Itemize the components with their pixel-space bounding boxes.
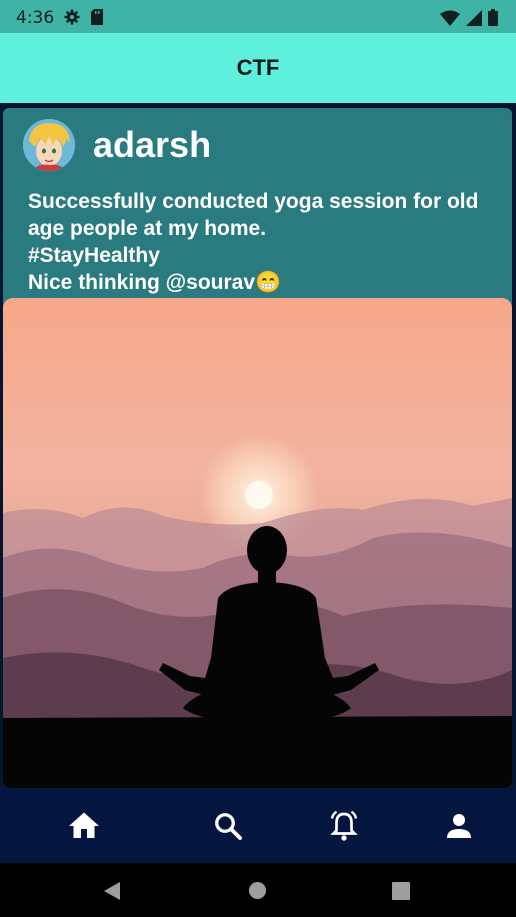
status-bar: 4:36 — [0, 0, 516, 33]
notifications-icon — [330, 810, 358, 841]
post-text: Successfully conducted yoga session for … — [28, 188, 498, 296]
profile-icon — [447, 814, 471, 838]
home-icon — [69, 812, 99, 838]
app-bar: CTF — [0, 33, 516, 103]
battery-icon — [488, 9, 498, 26]
home-circle-icon[interactable] — [248, 881, 267, 900]
bottom-nav — [0, 788, 516, 863]
status-time: 4:36 — [16, 8, 55, 28]
post-mention-line[interactable]: Nice thinking @sourav😁 — [28, 269, 498, 296]
app-title: CTF — [236, 55, 280, 80]
post-username[interactable]: adarsh — [93, 124, 211, 166]
nav-home[interactable] — [66, 808, 102, 844]
avatar[interactable] — [23, 119, 75, 171]
back-icon[interactable] — [102, 881, 122, 901]
recents-icon[interactable] — [392, 882, 410, 900]
nav-notifications[interactable] — [326, 808, 362, 844]
system-nav-bar — [0, 863, 516, 917]
post-image[interactable] — [3, 298, 512, 788]
feed[interactable]: adarsh Successfully conducted yoga sessi… — [0, 103, 516, 871]
nav-search[interactable] — [210, 808, 246, 844]
nav-profile[interactable] — [441, 808, 477, 844]
post-text-line: Successfully conducted yoga session for … — [28, 190, 479, 213]
signal-icon — [466, 9, 482, 26]
post-text-line: age people at my home. — [28, 217, 267, 240]
sd-card-icon — [91, 9, 103, 25]
post-card[interactable]: adarsh Successfully conducted yoga sessi… — [3, 108, 512, 788]
post-hashtag[interactable]: #StayHealthy — [28, 242, 498, 269]
wifi-icon — [440, 10, 460, 26]
gear-icon — [64, 9, 80, 25]
search-icon — [215, 813, 242, 840]
